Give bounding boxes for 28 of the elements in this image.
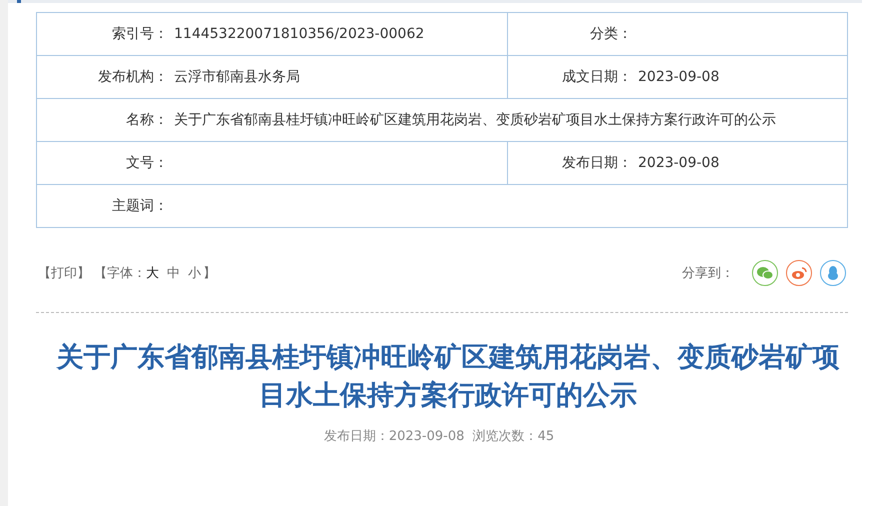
- font-size-option[interactable]: 小: [188, 264, 201, 282]
- article-info: 发布日期：2023-09-08 浏览次数：45: [322, 428, 556, 445]
- font-size-option[interactable]: 大: [146, 264, 159, 282]
- font-size-label: 【字体：: [94, 265, 146, 282]
- field-label: 文号：: [125, 154, 168, 172]
- field-value: 云浮市郁南县水务局: [173, 68, 301, 87]
- field-label: 名称：: [125, 111, 168, 129]
- qq-share-button[interactable]: [820, 260, 846, 286]
- field-label: 主题词：: [111, 197, 168, 215]
- field-label: 分类：: [589, 25, 632, 43]
- font-size-option[interactable]: 中: [167, 264, 180, 282]
- bracket-text: 】: [203, 265, 216, 282]
- field-label: 发布机构：: [97, 68, 168, 86]
- share-label: 分享到：: [682, 265, 734, 282]
- weibo-share-button[interactable]: [786, 260, 812, 286]
- print-link[interactable]: 【打印】: [38, 264, 90, 282]
- field-label: 成文日期：: [561, 68, 632, 86]
- field-value: 关于广东省郁南县桂圩镇冲旺岭矿区建筑用花岗岩、变质砂岩矿项目水土保持方案行政许可的公示: [173, 111, 777, 130]
- weibo-icon: [791, 266, 807, 280]
- field-label: 发布日期：: [561, 154, 632, 172]
- chat-bubbles-icon: [757, 266, 773, 280]
- wechat-share-button[interactable]: [752, 260, 778, 286]
- field-value: 114453220071810356/2023-00062: [173, 25, 426, 44]
- field-value: 2023-09-08: [637, 68, 720, 87]
- penguin-icon: [827, 266, 839, 280]
- field-label: 索引号：: [111, 25, 168, 43]
- field-value: 2023-09-08: [637, 154, 720, 173]
- article-title: 关于广东省郁南县桂圩镇冲旺岭矿区建筑用花岗岩、变质砂岩矿项目水土保持方案行政许可的公示: [55, 341, 840, 413]
